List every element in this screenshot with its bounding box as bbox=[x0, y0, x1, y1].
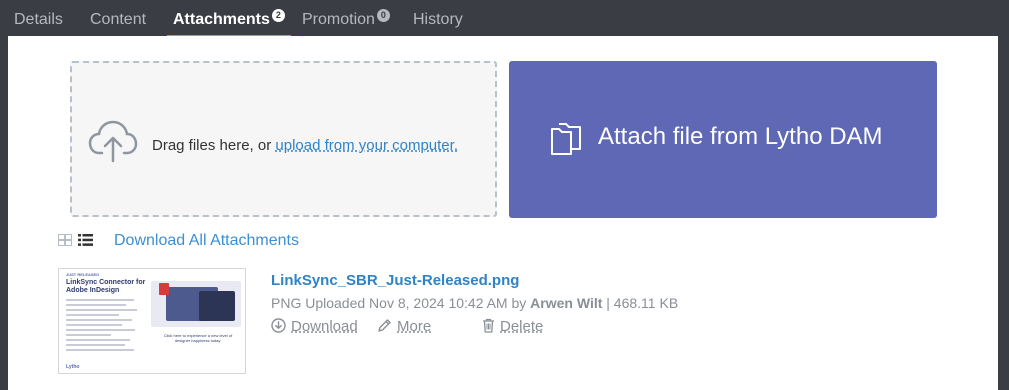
tab-promotion[interactable]: Promotion 0 bbox=[302, 0, 390, 38]
download-label: Download bbox=[291, 318, 358, 335]
folder-icon bbox=[551, 123, 581, 155]
file-drop-zone[interactable]: Drag files here, or upload from your com… bbox=[70, 61, 497, 217]
download-all-link[interactable]: Download All Attachments bbox=[114, 232, 299, 250]
thumbnail-screen-secondary bbox=[199, 291, 235, 321]
thumbnail-title: LinkSync Connector for Adobe InDesign bbox=[66, 279, 146, 294]
download-button[interactable]: Download bbox=[271, 318, 358, 335]
tab-attachments[interactable]: Attachments 2 bbox=[167, 0, 291, 38]
download-icon bbox=[271, 318, 286, 333]
uploader-name: Arwen Wilt bbox=[530, 295, 603, 311]
tab-bar: Details Content Attachments 2 Promotion 0 … bbox=[0, 0, 1009, 38]
promotion-count-badge: 0 bbox=[376, 9, 390, 22]
upload-link[interactable]: upload from your computer. bbox=[275, 137, 458, 154]
attach-from-dam-button[interactable]: Attach file from Lytho DAM bbox=[509, 61, 937, 218]
more-label: More bbox=[397, 318, 432, 335]
delete-button[interactable]: Delete bbox=[482, 318, 543, 335]
thumbnail-text-lines bbox=[66, 299, 141, 354]
tab-content[interactable]: Content bbox=[90, 0, 146, 38]
tab-label: Promotion bbox=[302, 11, 375, 28]
dam-button-label: Attach file from Lytho DAM bbox=[598, 123, 883, 150]
tab-label: Details bbox=[14, 11, 63, 28]
tab-history[interactable]: History bbox=[413, 0, 463, 38]
attachment-thumbnail[interactable]: JUST RELEASED LinkSync Connector for Ado… bbox=[58, 268, 246, 374]
more-button[interactable]: More bbox=[377, 318, 431, 335]
grid-view-icon[interactable] bbox=[58, 234, 72, 246]
thumbnail-logo: Lytho bbox=[66, 364, 80, 370]
pencil-icon bbox=[378, 319, 391, 332]
tab-label: History bbox=[413, 11, 463, 28]
indesign-logo-icon bbox=[159, 283, 169, 295]
drop-instructions: Drag files here, or upload from your com… bbox=[152, 137, 458, 154]
meta-prefix: PNG Uploaded Nov 8, 2024 10:42 AM by bbox=[271, 295, 531, 311]
attachment-file-name[interactable]: LinkSync_SBR_Just-Released.png bbox=[271, 272, 519, 289]
attachments-count-badge: 2 bbox=[271, 9, 285, 22]
delete-label: Delete bbox=[500, 318, 544, 335]
meta-suffix: | 468.11 KB bbox=[602, 295, 679, 311]
drop-text: Drag files here, or bbox=[152, 137, 276, 154]
tab-details[interactable]: Details bbox=[14, 0, 63, 38]
list-view-icon[interactable] bbox=[78, 234, 93, 246]
tab-label: Content bbox=[90, 11, 147, 28]
cloud-upload-icon bbox=[88, 120, 138, 163]
thumbnail-tag: JUST RELEASED bbox=[66, 272, 100, 277]
attachments-panel: Drag files here, or upload from your com… bbox=[8, 36, 998, 390]
tab-label: Attachments bbox=[173, 11, 270, 28]
attachment-meta: PNG Uploaded Nov 8, 2024 10:42 AM by Arw… bbox=[271, 295, 678, 311]
thumbnail-caption: Click here to experience a new level of … bbox=[163, 333, 233, 343]
trash-icon bbox=[483, 318, 494, 333]
